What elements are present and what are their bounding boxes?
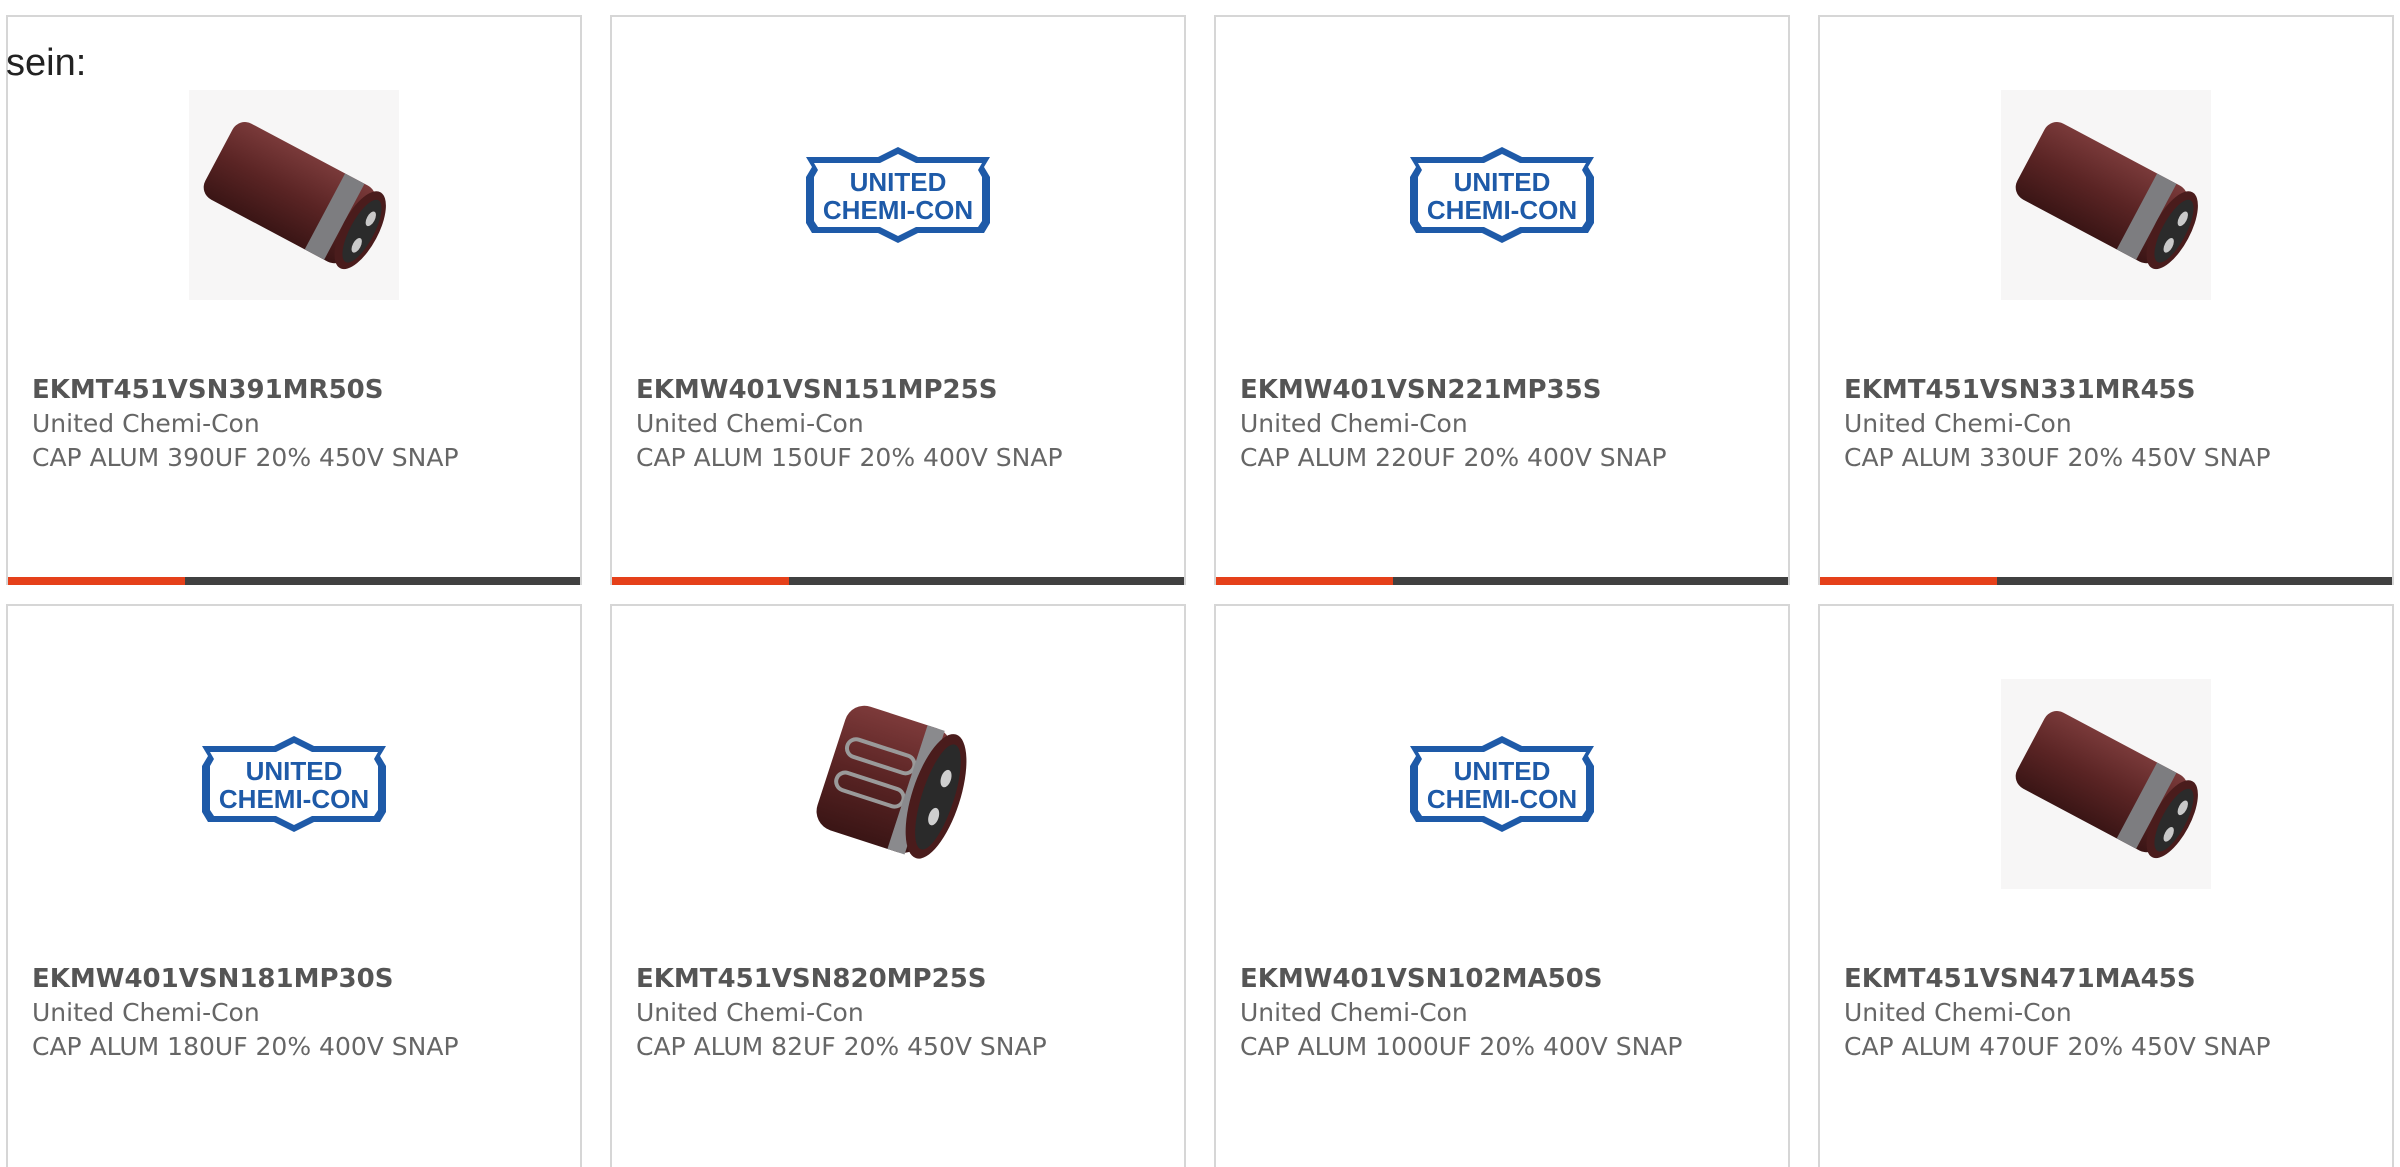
manufacturer-name: United Chemi-Con (32, 998, 260, 1027)
logo-text-line-2: CHEMI-CON (1427, 195, 1577, 225)
product-description: CAP ALUM 220UF 20% 400V SNAP (1240, 443, 1667, 472)
product-card[interactable]: EKMT451VSN331MR45S United Chemi-Con CAP AL… (1818, 15, 2394, 585)
card-progress-bar (1820, 577, 2392, 585)
product-info: EKMT451VSN331MR45S United Chemi-Con CAP AL… (1844, 373, 2368, 475)
manufacturer-name: United Chemi-Con (636, 998, 864, 1027)
manufacturer-name: United Chemi-Con (1240, 998, 1468, 1027)
product-info: EKMW401VSN221MP35S United Chemi-Con CAP AL… (1240, 373, 1764, 475)
product-info: EKMT451VSN391MR50S United Chemi-Con CAP AL… (32, 373, 556, 475)
page-heading: sein: (6, 42, 87, 84)
part-number-link[interactable]: EKMT451VSN820MP25S (636, 962, 1160, 996)
product-description: CAP ALUM 82UF 20% 450V SNAP (636, 1032, 1047, 1061)
united-chemi-con-logo[interactable]: UNITED CHEMI-CON (612, 87, 1184, 302)
part-number-link[interactable]: EKMW401VSN102MA50S (1240, 962, 1764, 996)
capacitor-image (189, 89, 399, 300)
product-card[interactable]: UNITED CHEMI-CON EKMW401VSN151MP25S United … (610, 15, 1186, 585)
card-progress-fill (8, 577, 186, 585)
part-number-link[interactable]: EKMW401VSN151MP25S (636, 373, 1160, 407)
logo-text-line-2: CHEMI-CON (823, 195, 973, 225)
part-number-link[interactable]: EKMT451VSN471MA45S (1844, 962, 2368, 996)
card-progress-fill (1216, 577, 1394, 585)
united-chemi-con-logo[interactable]: UNITED CHEMI-CON (8, 676, 580, 891)
product-info: EKMW401VSN102MA50S United Chemi-Con CAP AL… (1240, 962, 1764, 1064)
manufacturer-name: United Chemi-Con (1240, 409, 1468, 438)
capacitor-short-icon[interactable] (612, 676, 1184, 891)
product-card[interactable]: UNITED CHEMI-CON EKMW401VSN102MA50S United … (1214, 604, 1790, 1167)
logo-text-line-2: CHEMI-CON (1427, 784, 1577, 814)
product-info: EKMW401VSN151MP25S United Chemi-Con CAP AL… (636, 373, 1160, 475)
product-card[interactable]: EKMT451VSN820MP25S United Chemi-Con CAP AL… (610, 604, 1186, 1167)
brand-logo: UNITEDCHEMI-CON (1410, 146, 1594, 243)
logo-text-line-1: UNITED (850, 167, 947, 197)
card-progress-fill (1820, 577, 1998, 585)
part-number-link[interactable]: EKMW401VSN181MP30S (32, 962, 556, 996)
manufacturer-name: United Chemi-Con (1844, 409, 2072, 438)
product-description: CAP ALUM 390UF 20% 450V SNAP (32, 443, 459, 472)
product-description: CAP ALUM 180UF 20% 400V SNAP (32, 1032, 459, 1061)
capacitor-long-icon[interactable] (8, 87, 580, 302)
product-description: CAP ALUM 150UF 20% 400V SNAP (636, 443, 1063, 472)
capacitor-image (2001, 678, 2211, 889)
logo-text-line-2: CHEMI-CON (219, 784, 369, 814)
product-card[interactable]: EKMT451VSN391MR50S United Chemi-Con CAP AL… (6, 15, 582, 585)
logo-text-line-1: UNITED (1454, 756, 1551, 786)
card-progress-bar (1216, 577, 1788, 585)
logo-text-line-1: UNITED (1454, 167, 1551, 197)
capacitor-image (2001, 89, 2211, 300)
product-description: CAP ALUM 330UF 20% 450V SNAP (1844, 443, 2271, 472)
manufacturer-name: United Chemi-Con (32, 409, 260, 438)
part-number-link[interactable]: EKMW401VSN221MP35S (1240, 373, 1764, 407)
capacitor-long-icon[interactable] (1820, 676, 2392, 891)
product-card[interactable]: EKMT451VSN471MA45S United Chemi-Con CAP AL… (1818, 604, 2394, 1167)
manufacturer-name: United Chemi-Con (1844, 998, 2072, 1027)
product-info: EKMW401VSN181MP30S United Chemi-Con CAP AL… (32, 962, 556, 1064)
product-card[interactable]: UNITED CHEMI-CON EKMW401VSN221MP35S United … (1214, 15, 1790, 585)
capacitor-long-icon[interactable] (1820, 87, 2392, 302)
card-progress-bar (612, 577, 1184, 585)
brand-logo: UNITEDCHEMI-CON (202, 735, 386, 832)
brand-logo: UNITEDCHEMI-CON (1410, 735, 1594, 832)
logo-text-line-1: UNITED (246, 756, 343, 786)
card-progress-bar (8, 577, 580, 585)
product-description: CAP ALUM 470UF 20% 450V SNAP (1844, 1032, 2271, 1061)
part-number-link[interactable]: EKMT451VSN391MR50S (32, 373, 556, 407)
product-info: EKMT451VSN820MP25S United Chemi-Con CAP AL… (636, 962, 1160, 1064)
manufacturer-name: United Chemi-Con (636, 409, 864, 438)
united-chemi-con-logo[interactable]: UNITED CHEMI-CON (1216, 676, 1788, 891)
brand-logo: UNITEDCHEMI-CON (806, 146, 990, 243)
card-progress-fill (612, 577, 790, 585)
product-grid-page: sein: EKMT451VSN391MR50S United Chemi-Con… (0, 0, 2400, 1167)
part-number-link[interactable]: EKMT451VSN331MR45S (1844, 373, 2368, 407)
capacitor-image (816, 705, 967, 859)
product-description: CAP ALUM 1000UF 20% 400V SNAP (1240, 1032, 1683, 1061)
united-chemi-con-logo[interactable]: UNITED CHEMI-CON (1216, 87, 1788, 302)
product-card[interactable]: UNITED CHEMI-CON EKMW401VSN181MP30S United … (6, 604, 582, 1167)
product-info: EKMT451VSN471MA45S United Chemi-Con CAP AL… (1844, 962, 2368, 1064)
